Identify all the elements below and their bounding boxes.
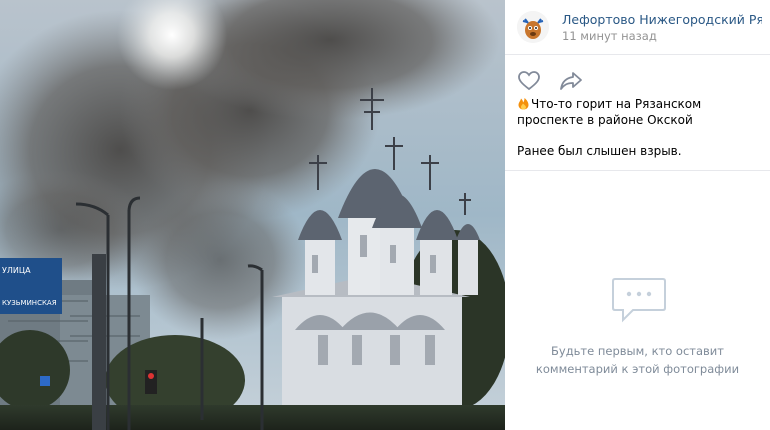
photo-viewer[interactable]: УЛИЦА КУЗЬМИНСКАЯ: [0, 0, 505, 430]
street-sign-text2: КУЗЬМИНСКАЯ: [2, 299, 57, 307]
post-text: Что-то горит на Рязанском проспекте в ра…: [517, 96, 765, 174]
photo-image: УЛИЦА КУЗЬМИНСКАЯ: [0, 0, 505, 430]
comments-icon: [611, 276, 667, 326]
share-icon: [560, 72, 582, 90]
share-button[interactable]: [559, 70, 583, 92]
post-panel: Лефортово Нижегородский Рязан… 11 минут …: [505, 0, 770, 430]
comments-empty-text: Будьте первым, кто оставит комментарий к…: [525, 342, 750, 378]
comments-empty-line2: комментарий к этой фотографии: [535, 362, 740, 376]
post-text-line1: Что-то горит на Рязанском проспекте в ра…: [517, 97, 702, 127]
like-button[interactable]: [517, 70, 541, 92]
post-time[interactable]: 11 минут назад: [562, 29, 657, 43]
comments-divider: [505, 170, 770, 171]
post-header: Лефортово Нижегородский Рязан… 11 минут …: [505, 0, 770, 55]
post-actions: [517, 70, 597, 92]
fire-emoji-icon: [517, 97, 530, 110]
street-sign-text: УЛИЦА: [2, 266, 31, 275]
heart-icon: [518, 71, 540, 91]
post-text-paragraph-1: Что-то горит на Рязанском проспекте в ра…: [517, 96, 765, 128]
group-name-link[interactable]: Лефортово Нижегородский Рязан…: [562, 12, 762, 27]
group-avatar[interactable]: [517, 11, 549, 43]
post-text-paragraph-2: Ранее был слышен взрыв.: [517, 144, 682, 158]
comments-empty-line1: Будьте первым, кто оставит: [551, 344, 724, 358]
